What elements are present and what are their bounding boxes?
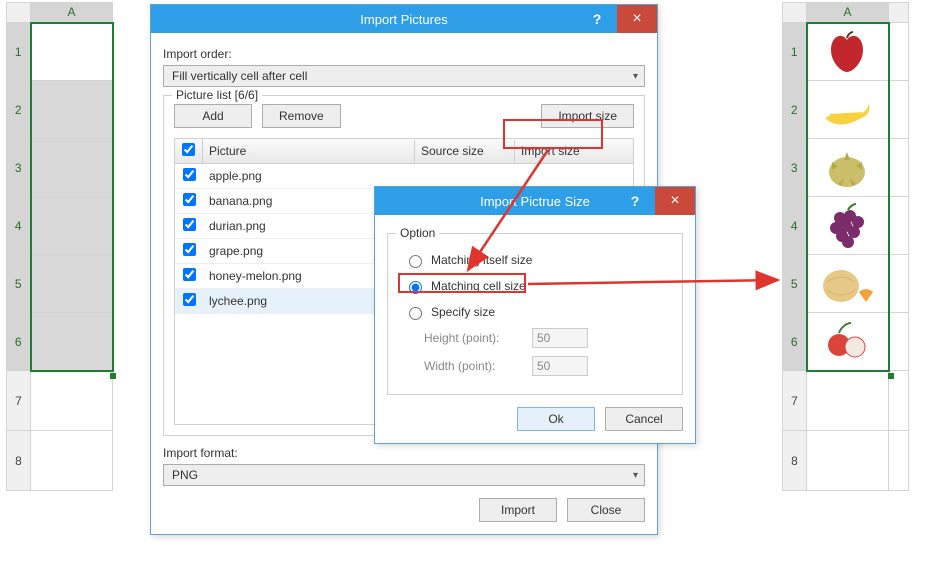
import-order-value: Fill vertically cell after cell [172, 69, 307, 83]
cell-image[interactable] [807, 81, 889, 139]
row-checkbox[interactable] [183, 168, 196, 181]
cell-image[interactable] [807, 197, 889, 255]
row-head[interactable]: 6 [7, 313, 31, 371]
row-name: apple.png [203, 167, 415, 185]
col-head-a[interactable]: A [807, 3, 889, 23]
close-button[interactable]: × [617, 5, 657, 33]
cell[interactable] [31, 197, 113, 255]
radio-matching-itself[interactable]: Matching itself size [404, 252, 672, 268]
cell-image[interactable] [807, 139, 889, 197]
row-head[interactable]: 5 [7, 255, 31, 313]
lychee-image [809, 315, 885, 367]
import-format-select[interactable]: PNG ▾ [163, 464, 645, 486]
radio-input[interactable] [409, 307, 422, 320]
cell-image[interactable] [807, 313, 889, 371]
title-bar[interactable]: Import Pictures ? × [151, 5, 657, 33]
radio-specify-size[interactable]: Specify size [404, 304, 672, 320]
row-head[interactable]: 1 [783, 23, 807, 81]
row-head[interactable]: 7 [783, 371, 807, 431]
col-source-size[interactable]: Source size [415, 140, 515, 162]
row-head[interactable]: 7 [7, 371, 31, 431]
height-label: Height (point): [424, 331, 524, 345]
cell[interactable] [31, 371, 113, 431]
import-order-label: Import order: [163, 47, 645, 61]
select-all-checkbox[interactable] [182, 143, 195, 156]
import-size-button[interactable]: Import size [541, 104, 634, 128]
row-head[interactable]: 6 [783, 313, 807, 371]
height-input [532, 328, 588, 348]
dialog-title: Import Pictures [360, 12, 447, 27]
option-group-label: Option [396, 226, 439, 240]
help-button[interactable]: ? [577, 5, 617, 33]
row-head[interactable]: 3 [783, 139, 807, 197]
import-order-select[interactable]: Fill vertically cell after cell ▾ [163, 65, 645, 87]
row-head[interactable]: 1 [7, 23, 31, 81]
col-picture[interactable]: Picture [203, 140, 415, 162]
import-picture-size-dialog: Import Pictrue Size ? × Option Matching … [374, 186, 696, 444]
col-import-size[interactable]: Import size [515, 140, 633, 162]
cell[interactable] [31, 81, 113, 139]
cell[interactable] [31, 431, 113, 491]
col-head-a[interactable]: A [31, 3, 113, 23]
radio-label: Specify size [431, 305, 495, 319]
row-head[interactable]: 4 [7, 197, 31, 255]
selection-handle[interactable] [110, 373, 116, 379]
banana-image [809, 84, 885, 136]
chevron-down-icon: ▾ [633, 71, 638, 82]
durian-image [809, 142, 885, 194]
import-format-value: PNG [172, 468, 198, 482]
select-all[interactable] [783, 3, 807, 23]
ok-button[interactable]: Ok [517, 407, 595, 431]
selection-handle[interactable] [888, 373, 894, 379]
row-head[interactable]: 2 [783, 81, 807, 139]
cell[interactable] [807, 371, 889, 431]
radio-label: Matching itself size [431, 253, 532, 267]
row-head[interactable]: 8 [783, 431, 807, 491]
radio-label: Matching cell size [431, 279, 526, 293]
cell[interactable] [31, 23, 113, 81]
cell[interactable] [807, 431, 889, 491]
width-label: Width (point): [424, 359, 524, 373]
cell[interactable] [31, 139, 113, 197]
close-button[interactable]: × [655, 187, 695, 215]
dialog-title: Import Pictrue Size [480, 194, 590, 209]
import-format-label: Import format: [163, 446, 645, 460]
row-head[interactable]: 5 [783, 255, 807, 313]
row-head[interactable]: 4 [783, 197, 807, 255]
cancel-button[interactable]: Cancel [605, 407, 683, 431]
cell-image[interactable] [807, 23, 889, 81]
row-head[interactable]: 2 [7, 81, 31, 139]
add-button[interactable]: Add [174, 104, 252, 128]
radio-input[interactable] [409, 281, 422, 294]
right-spreadsheet[interactable]: A 1 2 3 4 5 6 7 8 [782, 2, 909, 491]
chevron-down-icon: ▾ [633, 470, 638, 481]
col-head[interactable] [889, 3, 909, 23]
row-checkbox[interactable] [183, 193, 196, 206]
row-checkbox[interactable] [183, 243, 196, 256]
apple-image [809, 26, 885, 78]
grape-image [809, 200, 885, 252]
import-button[interactable]: Import [479, 498, 557, 522]
radio-matching-cell[interactable]: Matching cell size [404, 278, 672, 294]
row-head[interactable]: 8 [7, 431, 31, 491]
row-checkbox[interactable] [183, 268, 196, 281]
radio-input[interactable] [409, 255, 422, 268]
cell[interactable] [31, 313, 113, 371]
title-bar[interactable]: Import Pictrue Size ? × [375, 187, 695, 215]
row-checkbox[interactable] [183, 293, 196, 306]
remove-button[interactable]: Remove [262, 104, 341, 128]
cell[interactable] [31, 255, 113, 313]
width-input [532, 356, 588, 376]
honey-melon-image [809, 258, 885, 310]
picture-list-label: Picture list [6/6] [172, 88, 262, 102]
left-spreadsheet[interactable]: A 1 2 3 4 5 6 7 8 [6, 2, 114, 491]
close-dialog-button[interactable]: Close [567, 498, 645, 522]
help-button[interactable]: ? [615, 187, 655, 215]
cell-image[interactable] [807, 255, 889, 313]
select-all[interactable] [7, 3, 31, 23]
row-head[interactable]: 3 [7, 139, 31, 197]
row-checkbox[interactable] [183, 218, 196, 231]
